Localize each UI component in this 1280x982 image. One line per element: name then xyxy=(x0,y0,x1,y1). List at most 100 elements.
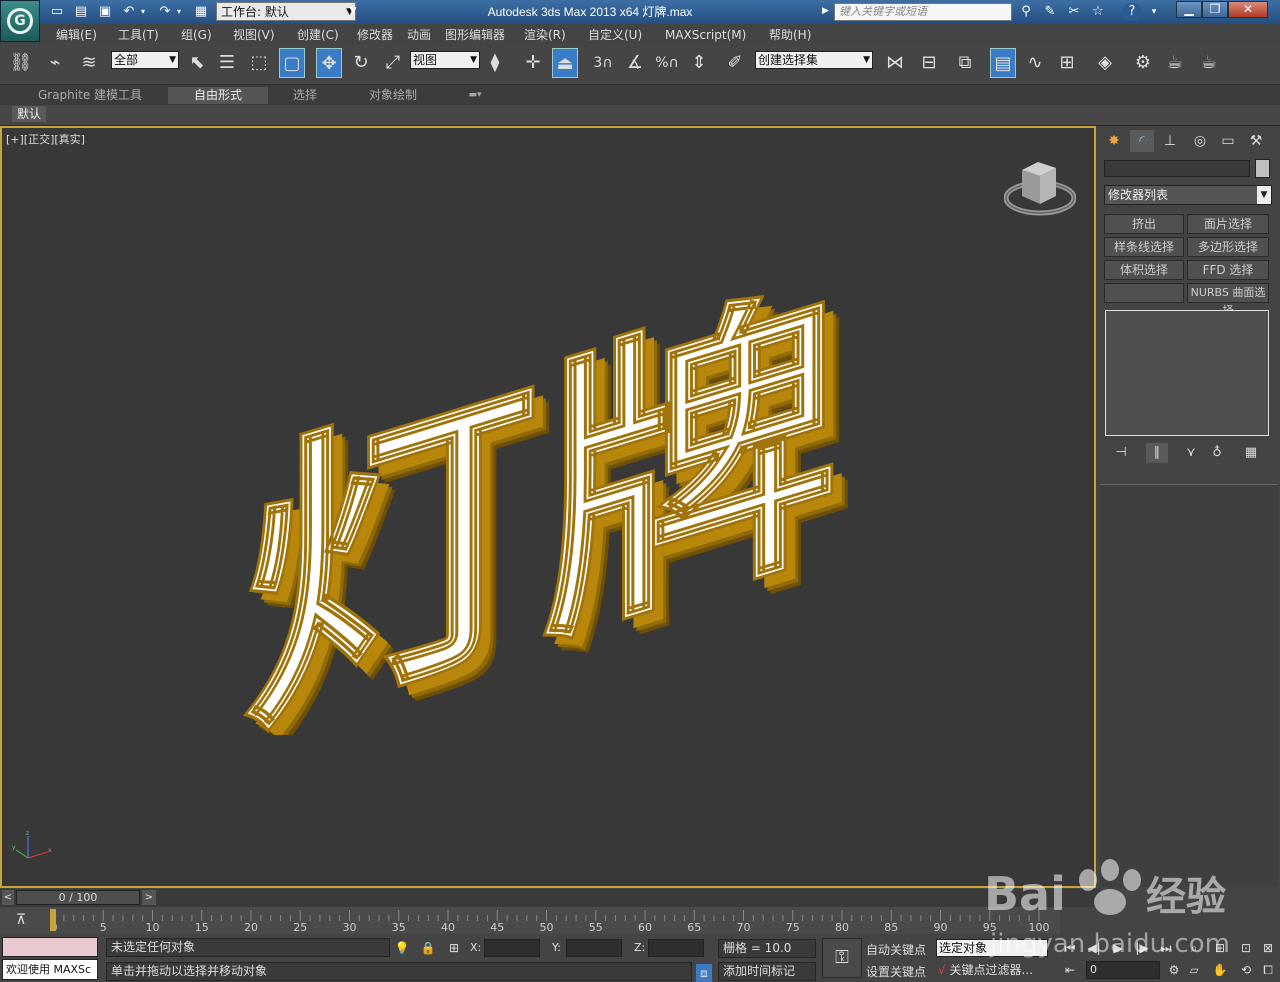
x-coordinate-field[interactable] xyxy=(484,939,540,957)
window-crossing-icon[interactable]: ▢ xyxy=(279,48,305,78)
reference-coordinate-dropdown[interactable]: 视图 ▼ xyxy=(410,51,480,69)
material-editor-icon[interactable]: ◈ xyxy=(1092,48,1118,78)
menu-graph-editors[interactable]: 图形编辑器 xyxy=(445,26,505,44)
menu-customize[interactable]: 自定义(U) xyxy=(588,26,642,44)
menu-create[interactable]: 创建(C) xyxy=(297,26,339,44)
bind-to-space-warp-icon[interactable]: ≋ xyxy=(76,48,102,78)
object-color-swatch[interactable] xyxy=(1255,159,1270,178)
help-icon[interactable]: ? xyxy=(1122,3,1142,21)
modifier-list-dropdown[interactable]: 修改器列表 ▼ xyxy=(1104,185,1272,205)
ribbon-default-panel[interactable]: 默认 xyxy=(12,106,46,122)
save-icon[interactable]: ▣ xyxy=(96,3,114,20)
previous-frame-arrow-icon[interactable]: < xyxy=(2,890,14,905)
edit-named-selection-icon[interactable]: ✐ xyxy=(722,48,748,78)
selection-lock-icon[interactable]: 🔒 xyxy=(420,939,436,957)
z-coordinate-field[interactable] xyxy=(648,939,704,957)
tab-selection[interactable]: 选择 xyxy=(280,87,330,104)
undo-icon[interactable]: ↶ xyxy=(120,3,138,20)
utilities-tab-icon[interactable]: ⚒ xyxy=(1244,130,1268,152)
modifier-stack-view[interactable] xyxy=(1105,310,1269,436)
maxscript-mini-listener[interactable]: 欢迎使用 MAXSc xyxy=(2,959,98,980)
curve-editor-icon[interactable]: ∿ xyxy=(1022,48,1048,78)
viewcube-icon[interactable] xyxy=(1004,156,1076,218)
absolute-mode-icon[interactable]: ⊞ xyxy=(446,939,462,957)
subscription-icon[interactable]: ✎ xyxy=(1040,3,1060,21)
scene-3d-text[interactable]: 灯牌 灯牌 灯牌 灯牌 xyxy=(220,255,860,735)
hierarchy-tab-icon[interactable]: ⊥ xyxy=(1158,130,1182,152)
render-production-icon[interactable]: ☕ xyxy=(1196,48,1222,78)
select-and-scale-icon[interactable]: ⤢ xyxy=(380,48,406,78)
pan-view-icon[interactable]: ✋ xyxy=(1210,961,1230,979)
binoculars-icon[interactable]: ⚲ xyxy=(1016,3,1036,21)
select-by-name-icon[interactable]: ☰ xyxy=(214,48,240,78)
menu-help[interactable]: 帮助(H) xyxy=(769,26,811,44)
workspace-dropdown[interactable]: 工作台: 默认 ▼ xyxy=(216,2,356,21)
unlink-selection-icon[interactable]: ⌁ xyxy=(42,48,68,78)
menu-views[interactable]: 视图(V) xyxy=(233,26,275,44)
add-time-tag-button[interactable]: 添加时间标记 xyxy=(718,962,816,981)
menu-modifiers[interactable]: 修改器 xyxy=(357,26,393,44)
current-frame-marker[interactable] xyxy=(50,909,56,931)
schematic-view-icon[interactable]: ⊞ xyxy=(1054,48,1080,78)
time-tag-icon[interactable]: ⧈ xyxy=(696,964,712,982)
time-configuration-icon[interactable]: ⚙ xyxy=(1164,961,1184,979)
mini-curve-editor-icon[interactable]: ⊼ xyxy=(8,912,34,930)
key-filters-button[interactable]: √ 关键点过滤器... xyxy=(938,961,1048,979)
percent-snap-icon[interactable]: %∩ xyxy=(654,48,680,78)
named-selection-dropdown[interactable]: 创建选择集 ▼ xyxy=(755,51,873,69)
menu-edit[interactable]: 编辑(E) xyxy=(56,26,97,44)
orbit-icon[interactable]: ⟲ xyxy=(1236,961,1256,979)
menu-animation[interactable]: 动画 xyxy=(407,26,431,44)
maxscript-listener-input[interactable] xyxy=(2,937,98,957)
align-icon[interactable]: ⊟ xyxy=(916,48,942,78)
remove-modifier-icon[interactable]: ♁ xyxy=(1206,443,1228,463)
new-file-icon[interactable]: ▭ xyxy=(48,3,66,20)
display-tab-icon[interactable]: ▭ xyxy=(1216,130,1240,152)
rendered-frame-window-icon[interactable]: ☕ xyxy=(1162,48,1188,78)
keyboard-shortcut-override-icon[interactable]: ⏏ xyxy=(552,48,578,78)
create-tab-icon[interactable]: ✸ xyxy=(1102,130,1126,152)
select-object-icon[interactable]: ⬉ xyxy=(184,48,210,78)
restore-button[interactable]: ❐ xyxy=(1202,1,1228,18)
isolate-selection-icon[interactable]: 💡 xyxy=(394,939,410,957)
tab-freeform[interactable]: 自由形式 xyxy=(168,87,268,104)
ribbon-options-icon[interactable]: ▬▾ xyxy=(462,87,488,104)
poly-select-button[interactable]: 多边形选择 xyxy=(1187,237,1269,257)
open-file-icon[interactable]: ▤ xyxy=(72,3,90,20)
ffd-select-button[interactable]: FFD 选择 xyxy=(1187,260,1269,280)
object-name-field[interactable] xyxy=(1104,160,1250,177)
time-slider-thumb[interactable]: 0 / 100 xyxy=(16,890,140,905)
spline-select-button[interactable]: 样条线选择 xyxy=(1104,237,1184,257)
menu-rendering[interactable]: 渲染(R) xyxy=(524,26,566,44)
patch-select-button[interactable]: 面片选择 xyxy=(1187,214,1269,234)
show-end-result-icon[interactable]: ∥ xyxy=(1146,443,1168,463)
set-key-button[interactable]: 设置关键点 xyxy=(866,963,926,980)
redo-dropdown-icon[interactable]: ▾ xyxy=(174,3,184,20)
favorites-star-icon[interactable]: ☆ xyxy=(1088,3,1108,21)
set-key-icon[interactable]: ⚿ xyxy=(822,938,862,978)
project-folder-icon[interactable]: ▦ xyxy=(192,3,210,20)
pin-stack-icon[interactable]: ⊣ xyxy=(1110,443,1132,463)
angle-snap-icon[interactable]: ∡ xyxy=(622,48,648,78)
field-of-view-icon[interactable]: ▱ xyxy=(1184,961,1204,979)
frame-ruler[interactable]: 0510152025303540455055606570758085909510… xyxy=(44,907,1060,934)
current-frame-field[interactable]: 0 xyxy=(1086,961,1160,979)
redo-icon[interactable]: ↷ xyxy=(156,3,174,20)
select-and-link-icon[interactable]: ⛓ xyxy=(8,48,34,78)
next-frame-arrow-icon[interactable]: > xyxy=(142,890,156,905)
configure-modifier-sets-icon[interactable]: ▦ xyxy=(1240,443,1262,463)
mirror-icon[interactable]: ⋈ xyxy=(882,48,908,78)
selection-filter-dropdown[interactable]: 全部 ▼ xyxy=(111,51,179,69)
viewport-label-menu[interactable]: [+][正交][真实] xyxy=(6,131,85,147)
render-setup-icon[interactable]: ⚙ xyxy=(1130,48,1156,78)
select-and-move-icon[interactable]: ✥ xyxy=(316,48,342,78)
time-slider-track[interactable] xyxy=(0,889,1100,907)
help-dropdown-icon[interactable]: ▾ xyxy=(1144,3,1164,21)
spinner-snap-icon[interactable]: ⇕ xyxy=(686,48,712,78)
select-and-rotate-icon[interactable]: ↻ xyxy=(348,48,374,78)
make-unique-icon[interactable]: ⋎ xyxy=(1180,443,1202,463)
minimize-button[interactable]: ▁ xyxy=(1176,1,1202,18)
nurbs-surface-select-button[interactable]: NURBS 曲面选择 xyxy=(1187,283,1269,317)
tab-graphite-modeling[interactable]: Graphite 建模工具 xyxy=(30,87,150,104)
motion-tab-icon[interactable]: ◎ xyxy=(1188,130,1212,152)
